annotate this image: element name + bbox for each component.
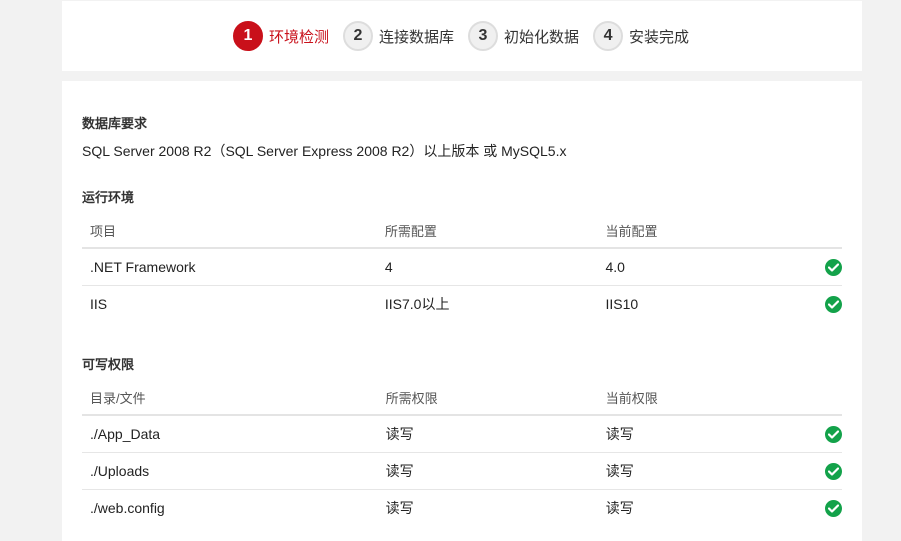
database-requirement-title: 数据库要求 (82, 116, 148, 131)
environment-check-panel: 数据库要求 SQL Server 2008 R2（SQL Server Expr… (62, 81, 862, 541)
database-requirement-text: SQL Server 2008 R2（SQL Server Express 20… (82, 143, 567, 159)
step-label: 安装完成 (629, 28, 690, 46)
current-cell: IIS10 (605, 296, 639, 312)
status-cell (779, 415, 842, 453)
column-header-required-permission: 所需权限 (377, 380, 598, 416)
step-label: 环境检测 (268, 28, 329, 46)
table-row: ./Uploads 读写 读写 (82, 452, 842, 490)
check-circle-icon (825, 462, 842, 480)
table-row: .NET Framework 4 4.0 (82, 248, 842, 286)
column-header-path: 目录/文件 (82, 380, 378, 416)
step-indicator: 1 环境检测 2 连接数据库 3 初始化数据 4 安装完成 (62, 1, 862, 71)
column-header-current: 当前配置 (597, 213, 780, 249)
step-label: 连接数据库 (378, 28, 454, 46)
step-environment-check[interactable]: 1 环境检测 (232, 21, 329, 51)
column-header-item: 项目 (82, 213, 377, 249)
required-cell: 4 (376, 248, 598, 286)
column-header-status (779, 213, 842, 249)
required-cell: 读写 (377, 452, 598, 490)
installer-page: 1 环境检测 2 连接数据库 3 初始化数据 4 安装完成 数据库要求 SQL … (0, 0, 901, 541)
item-cell: IIS (90, 296, 108, 312)
step-number: 1 (232, 21, 263, 51)
table-header-row: 目录/文件 所需权限 当前权限 (82, 380, 842, 416)
step-connect-database[interactable]: 2 连接数据库 (342, 21, 454, 51)
check-circle-icon (825, 425, 842, 443)
check-circle-icon (825, 499, 842, 517)
required-cell: IIS7.0以上 (384, 296, 450, 312)
check-circle-icon (825, 295, 842, 313)
status-cell (779, 452, 842, 490)
required-cell: 读写 (377, 415, 598, 453)
step-initialize-data[interactable]: 3 初始化数据 (468, 21, 579, 51)
current-cell: 读写 (597, 452, 780, 490)
path-cell: ./web.config (90, 500, 165, 516)
writable-permissions-title: 可写权限 (82, 357, 135, 372)
step-number: 4 (593, 21, 624, 51)
path-cell: ./Uploads (82, 452, 378, 490)
step-label: 初始化数据 (504, 28, 580, 46)
table-header-row: 项目 所需配置 当前配置 (82, 213, 842, 249)
status-cell (780, 286, 842, 323)
path-cell: ./App_Data (82, 415, 378, 453)
current-cell: 4.0 (597, 248, 780, 286)
table-row: IIS IIS7.0以上 IIS10 (82, 286, 842, 323)
step-number: 3 (468, 21, 498, 51)
item-cell: .NET Framework (82, 248, 377, 286)
step-number: 2 (342, 21, 373, 51)
check-circle-icon (825, 258, 842, 276)
permissions-table: 目录/文件 所需权限 当前权限 ./App_Data 读写 读写 ./Uploa… (82, 380, 842, 526)
current-cell: 读写 (605, 500, 634, 516)
step-install-complete[interactable]: 4 安装完成 (593, 21, 689, 51)
column-header-required: 所需配置 (376, 213, 598, 249)
runtime-environment-title: 运行环境 (82, 190, 135, 205)
status-cell (779, 248, 842, 286)
status-cell (779, 490, 842, 527)
column-header-current-permission: 当前权限 (597, 380, 780, 416)
table-row: ./web.config 读写 读写 (82, 490, 842, 527)
column-header-status (779, 380, 842, 416)
current-cell: 读写 (597, 415, 780, 453)
runtime-table: 项目 所需配置 当前配置 .NET Framework 4 4.0 IIS II… (82, 213, 842, 322)
required-cell: 读写 (385, 500, 414, 516)
table-row: ./App_Data 读写 读写 (82, 415, 842, 453)
